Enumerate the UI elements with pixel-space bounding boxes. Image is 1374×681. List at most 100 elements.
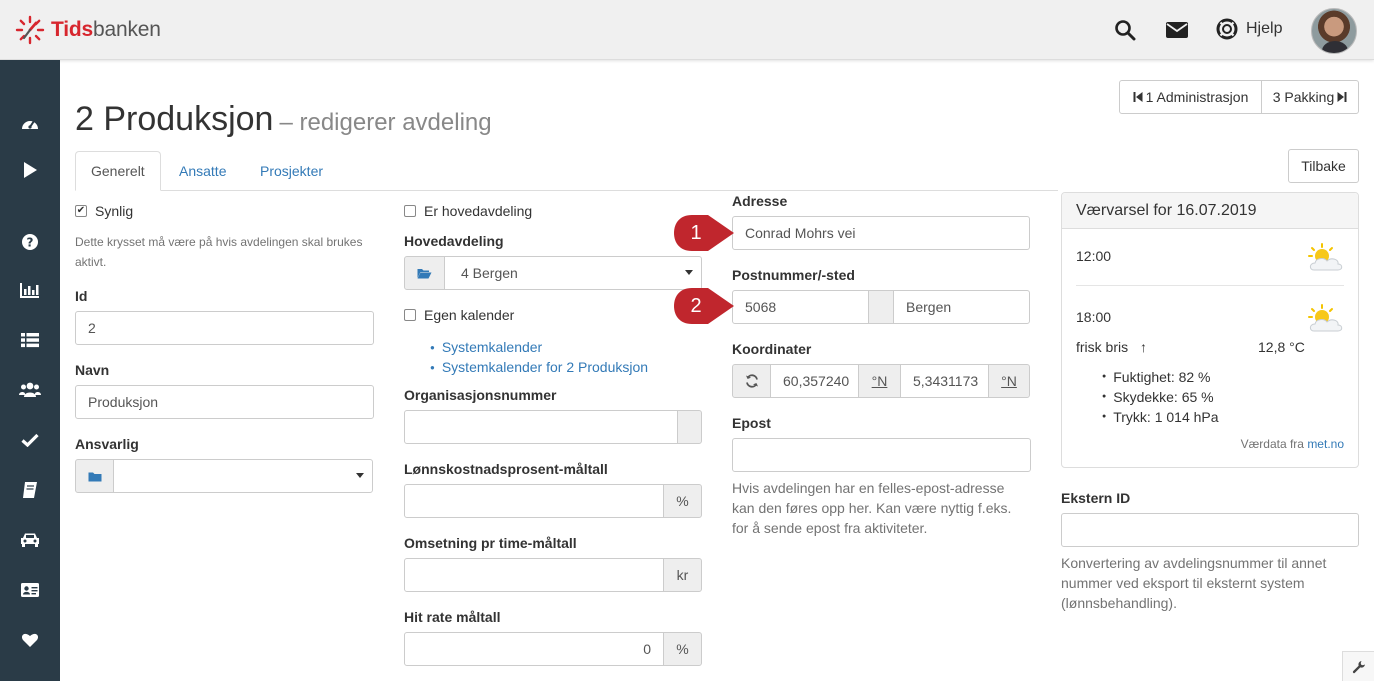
help-button[interactable]: Hjelp <box>1216 18 1282 40</box>
main-department-checkbox[interactable] <box>404 205 416 217</box>
responsible-folder-button[interactable] <box>75 459 114 493</box>
own-calendar-checkbox-row[interactable]: Egen kalender <box>404 307 514 323</box>
book-icon[interactable] <box>18 478 42 502</box>
visible-checkbox-row[interactable]: ✔ Synlig <box>75 203 133 219</box>
responsible-select[interactable] <box>113 459 373 493</box>
page-title: 2 Produksjon – redigerer avdeling <box>75 100 492 139</box>
play-icon[interactable] <box>18 158 42 182</box>
question-icon[interactable]: ? <box>18 230 42 254</box>
wrench-icon <box>1352 660 1365 673</box>
system-calendar-link[interactable]: Systemkalender <box>442 339 542 355</box>
external-id-help-text: Konvertering av avdelingsnummer til anne… <box>1061 555 1327 611</box>
cloud-cover: Skydekke: 65 % <box>1113 389 1214 405</box>
heart-icon[interactable] <box>18 628 42 652</box>
step-backward-icon <box>1133 92 1143 102</box>
logo[interactable]: Tidsbanken <box>14 14 161 46</box>
annotation-marker-2-number: 2 <box>690 294 702 317</box>
list-item: ● Trykk: 1 014 hPa <box>1102 409 1219 425</box>
visible-checkbox[interactable]: ✔ <box>75 205 87 217</box>
list-item: ● Systemkalender for 2 Produksjon <box>430 359 649 375</box>
weather-panel: Værvarsel for 16.07.2019 12:00 18:00 fri… <box>1061 192 1359 468</box>
salary-target-unit: % <box>663 484 702 518</box>
chevron-down-icon <box>356 473 364 478</box>
org-number-addon <box>677 410 702 444</box>
tab-prosjekter[interactable]: Prosjekter <box>245 151 338 191</box>
external-id-input[interactable] <box>1061 513 1359 547</box>
org-number-input[interactable] <box>404 410 678 444</box>
name-input[interactable]: Produksjon <box>75 385 374 419</box>
longitude-unit[interactable]: °N <box>988 364 1030 398</box>
refresh-coordinates-button[interactable] <box>732 364 771 398</box>
list-item: ● Systemkalender <box>430 339 543 355</box>
tab-generelt[interactable]: Generelt <box>75 151 161 191</box>
humidity: Fuktighet: 82 % <box>1113 369 1211 385</box>
dashboard-icon[interactable] <box>18 110 42 134</box>
mail-icon[interactable] <box>1164 17 1190 43</box>
id-label: Id <box>75 288 88 304</box>
email-label: Epost <box>732 415 771 431</box>
main-department-select[interactable]: 4 Bergen <box>444 256 702 290</box>
latitude-unit[interactable]: °N <box>858 364 901 398</box>
visible-help-text: Dette krysset må være på hvis avdelingen… <box>75 235 363 269</box>
logo-text-secondary: banken <box>93 18 161 41</box>
tidsbanken-logo-icon <box>15 15 45 45</box>
hit-rate-unit: % <box>663 632 702 666</box>
list-item: ● Fuktighet: 82 % <box>1102 369 1211 385</box>
department-calendar-link[interactable]: Systemkalender for 2 Produksjon <box>442 359 648 375</box>
latitude-input[interactable]: 60,357240 <box>770 364 859 398</box>
weather-source: Værdata fra met.no <box>1241 437 1344 451</box>
salary-target-label: Lønnskostnadsprosent-måltall <box>404 461 608 477</box>
hit-rate-label: Hit rate måltall <box>404 609 501 625</box>
coordinates-label: Koordinater <box>732 341 812 357</box>
main-department-label: Hovedavdeling <box>404 233 504 249</box>
list-icon[interactable] <box>18 328 42 352</box>
org-number-label: Organisasjonsnummer <box>404 387 557 403</box>
postal-addon <box>868 290 894 324</box>
refresh-icon <box>745 374 758 388</box>
users-icon[interactable] <box>18 378 42 402</box>
next-department-button[interactable]: 3 Pakking <box>1261 81 1358 113</box>
tab-ansatte[interactable]: Ansatte <box>164 151 241 191</box>
calendar-link-list: ● Systemkalender ● Systemkalender for 2 … <box>430 337 648 377</box>
check-icon[interactable] <box>18 428 42 452</box>
visible-checkbox-label: Synlig <box>95 203 134 219</box>
id-card-icon[interactable] <box>18 578 42 602</box>
bar-chart-icon[interactable] <box>18 278 42 302</box>
list-item: ● Skydekke: 65 % <box>1102 389 1214 405</box>
temperature: 12,8 °C <box>1258 339 1305 355</box>
address-label: Adresse <box>732 193 788 209</box>
salary-target-input[interactable] <box>404 484 664 518</box>
search-icon[interactable] <box>1112 17 1138 43</box>
postal-place-input[interactable]: Bergen <box>893 290 1030 324</box>
previous-department-button[interactable]: 1 Administrasjon <box>1120 81 1261 113</box>
user-avatar[interactable] <box>1311 8 1357 54</box>
weather-divider <box>1076 285 1344 286</box>
address-input[interactable]: Conrad Mohrs vei <box>732 216 1030 250</box>
weather-source-link[interactable]: met.no <box>1307 437 1344 451</box>
svg-text:?: ? <box>27 236 34 250</box>
email-input[interactable] <box>732 438 1031 472</box>
external-id-label: Ekstern ID <box>1061 490 1131 506</box>
name-label: Navn <box>75 362 110 378</box>
previous-department-label: 1 Administrasjon <box>1145 89 1249 105</box>
id-input[interactable]: 2 <box>75 311 374 345</box>
step-forward-icon <box>1337 92 1347 102</box>
responsible-label: Ansvarlig <box>75 436 139 452</box>
annotation-marker-2: 2 <box>668 284 740 328</box>
sidebar: ? <box>0 60 60 681</box>
car-icon[interactable] <box>18 528 42 552</box>
folder-icon <box>88 472 101 481</box>
logo-text-primary: Tids <box>51 18 93 41</box>
hit-rate-input[interactable]: 0 <box>404 632 664 666</box>
own-calendar-checkbox[interactable] <box>404 309 416 321</box>
top-bar: Tidsbanken Hjelp <box>0 0 1374 60</box>
longitude-input[interactable]: 5,3431173 <box>900 364 989 398</box>
main-department-checkbox-row[interactable]: Er hovedavdeling <box>404 203 532 219</box>
postal-code-input[interactable]: 5068 <box>732 290 869 324</box>
revenue-target-input[interactable] <box>404 558 664 592</box>
main-department-folder-button[interactable] <box>404 256 445 290</box>
revenue-target-unit: kr <box>663 558 702 592</box>
settings-corner-button[interactable] <box>1342 651 1374 681</box>
revenue-target-label: Omsetning pr time-måltall <box>404 535 577 551</box>
back-button[interactable]: Tilbake <box>1288 149 1359 183</box>
